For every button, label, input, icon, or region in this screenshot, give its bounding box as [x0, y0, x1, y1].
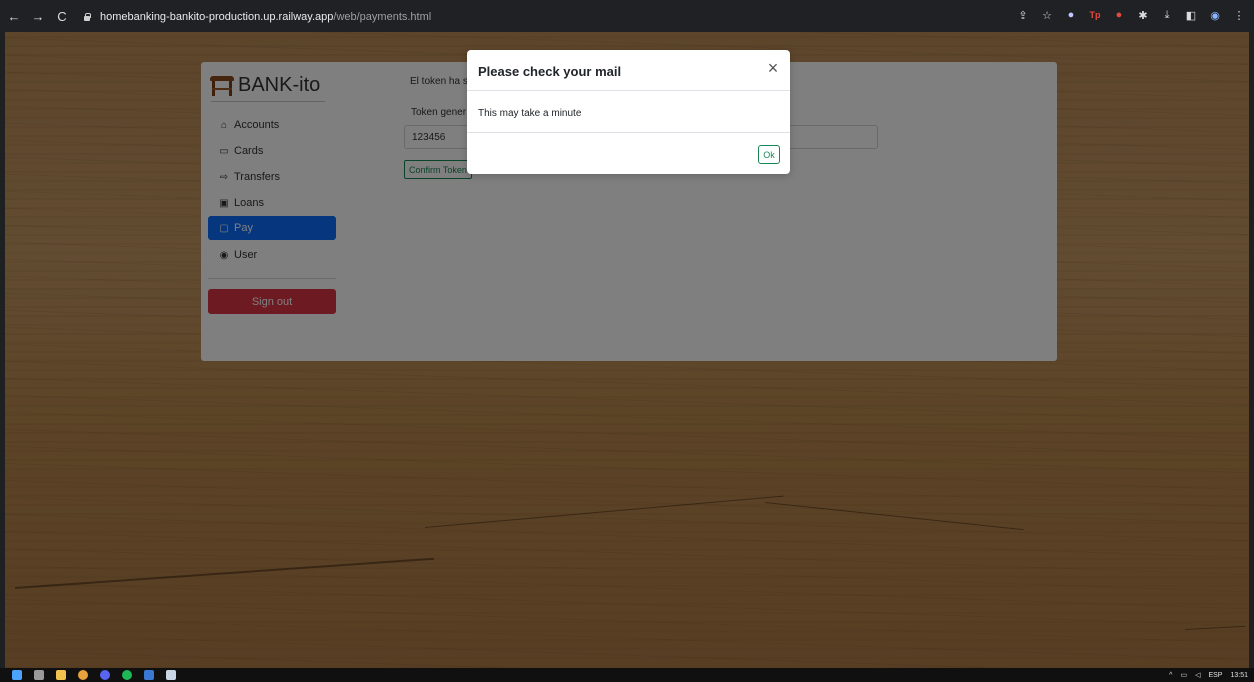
language-indicator[interactable]: ESP — [1208, 672, 1222, 679]
back-button[interactable]: ← — [4, 6, 24, 26]
spotify-icon[interactable] — [122, 670, 132, 680]
share-icon[interactable]: ⇪ — [1016, 8, 1030, 22]
clock[interactable]: 13:51 — [1230, 672, 1248, 679]
system-tray: ^ ▭ ◁ ESP 13:51 — [1169, 668, 1248, 682]
start-icon[interactable] — [12, 670, 22, 680]
tp-icon[interactable]: Tp — [1088, 8, 1102, 22]
url-path: /web/payments.html — [333, 11, 432, 23]
modal-body: This may take a minute — [478, 108, 582, 119]
volume-icon[interactable]: ◁ — [1195, 671, 1200, 679]
url-host: homebanking-bankito-production.up.railwa… — [100, 11, 334, 23]
lock-icon — [82, 12, 92, 22]
file-explorer-icon[interactable] — [56, 670, 66, 680]
close-icon[interactable]: × — [765, 59, 781, 77]
sidebar-icon[interactable]: ◧ — [1184, 8, 1198, 22]
chrome-icon[interactable] — [78, 670, 88, 680]
browser-toolbar: ← → C homebanking-bankito-production.up.… — [0, 0, 1254, 32]
notes-icon[interactable] — [166, 670, 176, 680]
modal-header: Please check your mail × — [467, 50, 790, 91]
menu-icon[interactable]: ⋮ — [1232, 8, 1246, 22]
record-icon[interactable]: ● — [1112, 8, 1126, 22]
page-background: BANK-ito ⌂ Accounts ▭ Cards ⇨ Transfers … — [5, 32, 1249, 668]
os-taskbar: ^ ▭ ◁ ESP 13:51 — [0, 668, 1254, 682]
network-icon[interactable]: ▭ — [1180, 671, 1187, 679]
modal-footer: Ok — [467, 132, 790, 174]
extension-icons: ⇪ ☆ ● Tp ● ✱ ⤓ ◧ ◉ ⋮ — [1016, 8, 1246, 22]
puzzle-icon[interactable]: ✱ — [1136, 8, 1150, 22]
star-icon[interactable]: ☆ — [1040, 8, 1054, 22]
reload-button[interactable]: C — [52, 6, 72, 26]
mail-check-modal: Please check your mail × This may take a… — [467, 50, 790, 174]
modal-title: Please check your mail — [478, 64, 622, 79]
discord-icon[interactable] — [100, 670, 110, 680]
forward-button[interactable]: → — [28, 6, 48, 26]
app-icon[interactable] — [144, 670, 154, 680]
profile-icon[interactable]: ◉ — [1208, 8, 1222, 22]
ok-button[interactable]: Ok — [758, 145, 780, 164]
task-view-icon[interactable] — [34, 670, 44, 680]
chevron-up-icon[interactable]: ^ — [1169, 672, 1172, 679]
address-bar[interactable]: homebanking-bankito-production.up.railwa… — [78, 8, 1028, 26]
shield-icon[interactable]: ● — [1064, 8, 1078, 22]
download-icon[interactable]: ⤓ — [1160, 8, 1174, 22]
